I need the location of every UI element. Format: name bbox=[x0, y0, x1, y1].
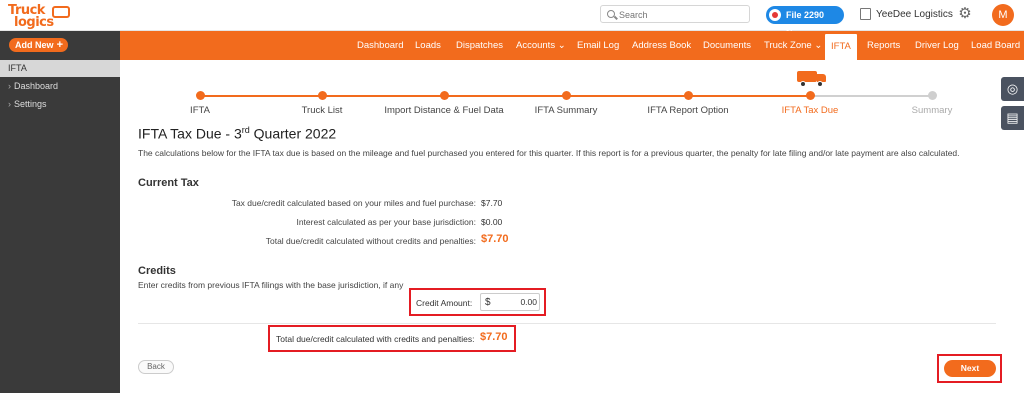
add-new-label: Add New bbox=[15, 40, 54, 50]
step-dot-ifta-summary bbox=[562, 91, 571, 100]
sidebar: Add New + IFTA › Dashboard › Settings bbox=[0, 31, 120, 393]
main-nav: Dashboard Loads Dispatches Accounts ⌄ Em… bbox=[120, 31, 1024, 61]
step-dot-summary bbox=[928, 91, 937, 100]
nav-documents[interactable]: Documents bbox=[703, 31, 751, 60]
credit-amount-label: Credit Amount: bbox=[416, 298, 473, 308]
sidebar-item-settings[interactable]: › Settings bbox=[0, 96, 120, 113]
interest-value: $0.00 bbox=[481, 217, 503, 227]
logo-text-line2: logics bbox=[14, 15, 54, 30]
total-without-credits-label: Total due/credit calculated without cred… bbox=[265, 236, 476, 246]
sidebar-section-ifta[interactable]: IFTA bbox=[0, 60, 120, 77]
plus-icon: + bbox=[56, 39, 63, 51]
sidebar-item-dashboard[interactable]: › Dashboard bbox=[0, 78, 120, 95]
current-tax-heading: Current Tax bbox=[138, 177, 199, 189]
next-button[interactable]: Next bbox=[944, 360, 996, 377]
logo-truck-icon bbox=[52, 6, 70, 18]
sidebar-item-label: Settings bbox=[14, 99, 47, 109]
progress-line-complete bbox=[200, 95, 810, 97]
building-icon bbox=[860, 8, 871, 20]
support-icon[interactable]: ◎ bbox=[1001, 77, 1024, 101]
form-2290-icon bbox=[769, 9, 781, 21]
page-description: The calculations below for the IFTA tax … bbox=[138, 148, 960, 158]
chevron-right-icon: › bbox=[8, 81, 11, 91]
tax-due-label: Tax due/credit calculated based on your … bbox=[231, 198, 476, 208]
back-button[interactable]: Back bbox=[138, 360, 174, 374]
credits-description: Enter credits from previous IFTA filings… bbox=[138, 280, 404, 290]
ifta-progress-stepper: IFTA Truck List Import Distance & Fuel D… bbox=[120, 60, 1000, 120]
nav-address-book[interactable]: Address Book bbox=[632, 31, 691, 60]
step-dot-import-data bbox=[440, 91, 449, 100]
truck-logics-logo[interactable]: Truck logics bbox=[8, 3, 70, 30]
step-label-tax-due: IFTA Tax Due bbox=[781, 105, 839, 116]
tax-due-value: $7.70 bbox=[481, 198, 503, 208]
nav-load-board[interactable]: Load Board bbox=[971, 31, 1020, 60]
step-dot-truck-list bbox=[318, 91, 327, 100]
nav-loads[interactable]: Loads bbox=[415, 31, 441, 60]
credit-amount-field[interactable]: $ bbox=[480, 293, 540, 311]
search-input[interactable] bbox=[619, 8, 744, 21]
credit-amount-input[interactable] bbox=[495, 296, 537, 308]
sidebar-item-label: Dashboard bbox=[14, 81, 59, 91]
credits-heading: Credits bbox=[138, 265, 176, 277]
nav-driver-log[interactable]: Driver Log bbox=[915, 31, 959, 60]
company-selector[interactable]: YeeDee Logistics bbox=[860, 8, 953, 20]
gear-icon[interactable]: ⚙ bbox=[957, 6, 973, 22]
step-dot-ifta bbox=[196, 91, 205, 100]
add-new-button[interactable]: Add New + bbox=[9, 38, 68, 52]
company-name: YeeDee Logistics bbox=[876, 9, 953, 20]
search-icon bbox=[607, 10, 615, 18]
total-without-credits-value: $7.70 bbox=[481, 233, 509, 245]
total-with-credits-value: $7.70 bbox=[480, 331, 508, 343]
search-box[interactable] bbox=[600, 5, 750, 23]
step-label-ifta: IFTA bbox=[190, 105, 210, 116]
nav-truck-zone[interactable]: Truck Zone ⌄ bbox=[764, 31, 822, 60]
top-bar: Truck logics File 2290 Now YeeDee Logist… bbox=[0, 0, 1024, 38]
avatar[interactable]: M bbox=[992, 4, 1014, 26]
nav-reports[interactable]: Reports bbox=[867, 31, 900, 60]
notes-icon[interactable]: ▤ bbox=[1001, 106, 1024, 130]
nav-email-log[interactable]: Email Log bbox=[577, 31, 619, 60]
step-label-ifta-summary: IFTA Summary bbox=[534, 105, 598, 116]
nav-dispatches[interactable]: Dispatches bbox=[456, 31, 503, 60]
progress-line-remaining bbox=[810, 95, 934, 97]
nav-ifta[interactable]: IFTA bbox=[825, 34, 857, 61]
step-label-truck-list: Truck List bbox=[301, 105, 343, 116]
truck-progress-icon bbox=[797, 68, 827, 88]
nav-dashboard[interactable]: Dashboard bbox=[357, 31, 403, 60]
step-label-report-option: IFTA Report Option bbox=[647, 105, 729, 116]
chevron-right-icon: › bbox=[8, 99, 11, 109]
page-title: IFTA Tax Due - 3rd Quarter 2022 bbox=[138, 125, 337, 142]
step-dot-tax-due bbox=[806, 91, 815, 100]
total-with-credits-label: Total due/credit calculated with credits… bbox=[276, 334, 475, 344]
interest-label: Interest calculated as per your base jur… bbox=[296, 217, 476, 227]
currency-symbol: $ bbox=[485, 297, 491, 308]
step-label-summary: Summary bbox=[911, 105, 953, 116]
step-label-import-data: Import Distance & Fuel Data bbox=[384, 105, 504, 116]
section-divider bbox=[138, 323, 996, 324]
file-2290-button[interactable]: File 2290 Now bbox=[766, 6, 844, 38]
nav-accounts[interactable]: Accounts ⌄ bbox=[516, 31, 566, 60]
step-dot-report-option bbox=[684, 91, 693, 100]
